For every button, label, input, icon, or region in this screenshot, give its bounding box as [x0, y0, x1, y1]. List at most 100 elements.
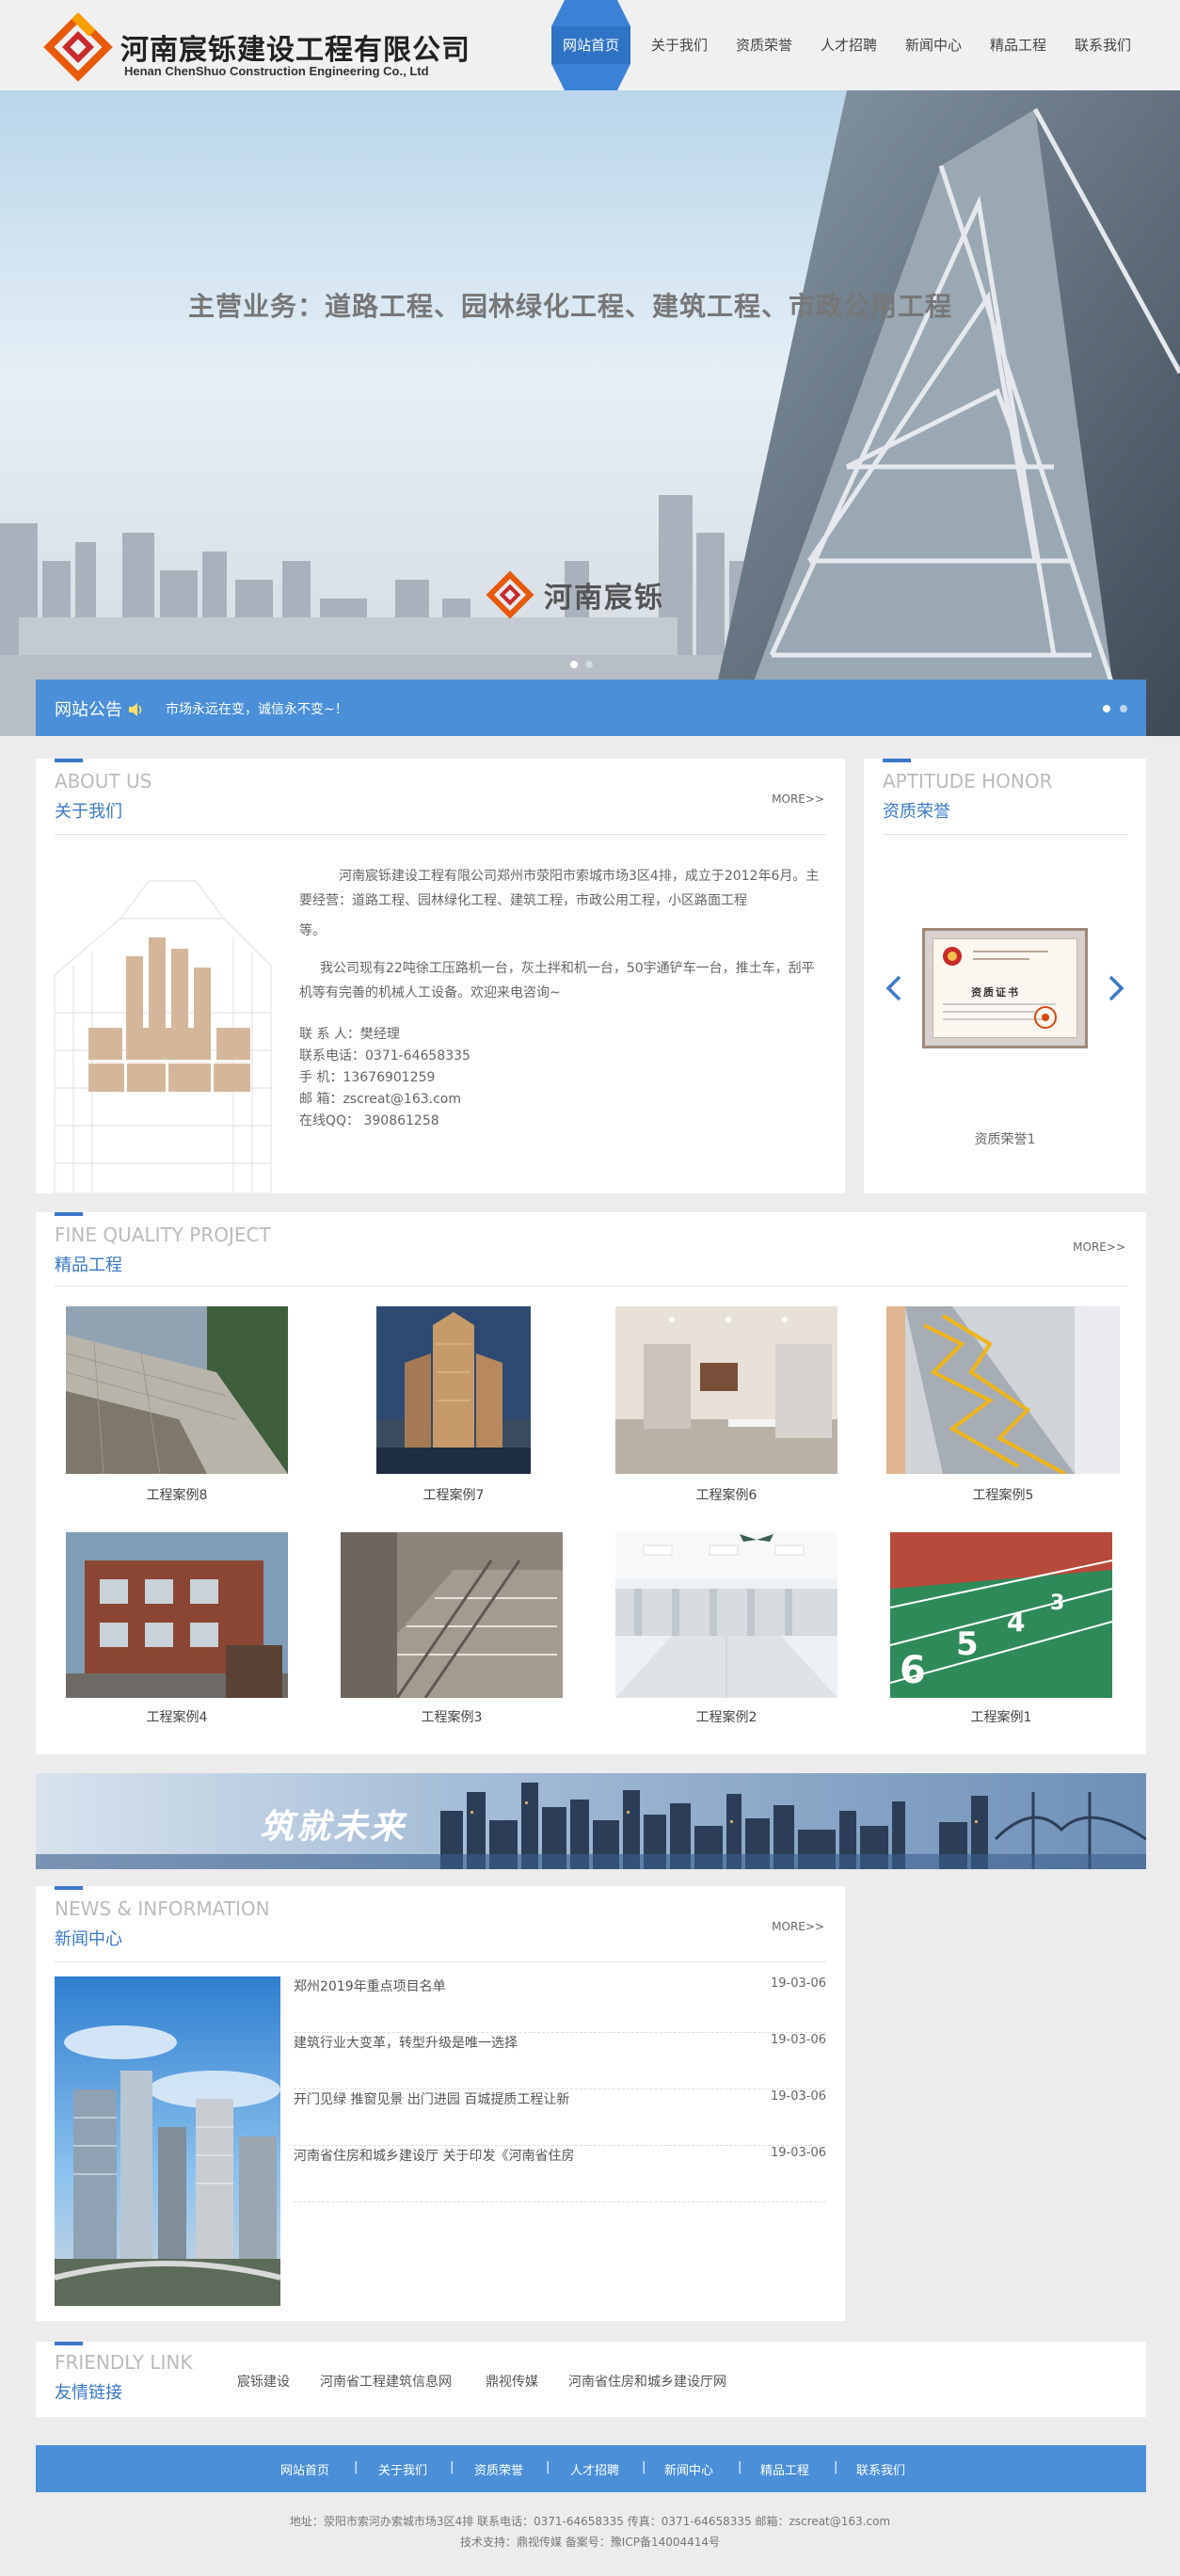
project-caption: 工程案例2 — [695, 1710, 757, 1725]
about-building-icon — [54, 880, 272, 1193]
mid-banner-text: 筑就未来 — [260, 1808, 407, 1847]
notice-dot-1[interactable] — [1103, 705, 1110, 712]
project-card[interactable]: 工程案例5 — [886, 1306, 1120, 1503]
footer-nav-item[interactable]: 精品工程 — [760, 2460, 809, 2478]
project-card[interactable]: 工程案例7 — [376, 1306, 531, 1503]
contact-person: 联 系 人：樊经理 — [299, 1027, 400, 1042]
certificate-caption[interactable]: 资质荣誉1 — [864, 1129, 1146, 1148]
project-card[interactable]: 工程案例4 — [66, 1532, 288, 1725]
contact-list: 联 系 人：樊经理 联系电话：0371-64658335 手 机：1367690… — [299, 1024, 470, 1132]
contact-email: 邮 箱：zscreat@163.com — [299, 1092, 461, 1107]
news-item[interactable]: 河南省住房和城乡建设厅 关于印发《河南省住房 19-03-06 — [294, 2146, 826, 2202]
news-item-date: 19-03-06 — [770, 2033, 826, 2047]
banner-brand: 河南宸铄 — [484, 568, 662, 625]
chevron-right-icon[interactable] — [1107, 973, 1125, 1003]
project-caption: 工程案例7 — [423, 1488, 485, 1503]
nav-item-home[interactable]: 网站首页 — [551, 0, 630, 90]
footer-nav-item[interactable]: 关于我们 — [378, 2460, 427, 2478]
project-card[interactable]: 工程案例3 — [341, 1532, 563, 1725]
friendly-link[interactable]: 鼎视传媒 — [486, 2372, 538, 2391]
links-title-cn: 友情链接 — [55, 2383, 122, 2403]
news-image[interactable] — [55, 1976, 280, 2306]
panel-accent-bar — [55, 759, 83, 762]
project-image — [341, 1532, 563, 1699]
nav-label: 网站首页 — [562, 37, 619, 54]
footer-nav-separator: | — [834, 2460, 838, 2474]
contact-mobile: 手 机：13676901259 — [299, 1070, 436, 1085]
project-image — [615, 1306, 837, 1474]
panel-accent-bar — [883, 759, 911, 762]
nav-label: 关于我们 — [650, 37, 708, 54]
project-card[interactable]: 6 5 4 3 工程案例1 — [889, 1532, 1113, 1725]
friendly-link[interactable]: 宸铄建设 — [237, 2372, 290, 2391]
projects-title-cn: 精品工程 — [55, 1256, 122, 1275]
footer-nav-item[interactable]: 联系我们 — [856, 2460, 905, 2478]
contact-qq: 在线QQ： 390861258 — [299, 1113, 439, 1128]
aptitude-title-en: APTITUDE HONOR — [883, 770, 1053, 792]
footer-support: 技术支持：鼎视传媒 备案号：豫ICP备14004414号 — [459, 2536, 721, 2549]
panel-accent-bar — [55, 1886, 83, 1890]
friendly-link[interactable]: 河南省住房和城乡建设厅网 — [568, 2372, 726, 2391]
project-caption: 工程案例1 — [970, 1710, 1032, 1725]
panel-divider — [55, 834, 826, 835]
footer-nav-item[interactable]: 资质荣誉 — [474, 2460, 523, 2478]
about-paragraph-1: 河南宸铄建设工程有限公司郑州市荥阳市索城市场3区4排，成立于2012年6月。主要… — [299, 864, 826, 913]
projects-more-link[interactable]: MORE>> — [1073, 1240, 1125, 1254]
banner-image — [0, 90, 1180, 736]
company-name-en: Henan ChenShuo Construction Engineering … — [124, 64, 429, 78]
footer-nav-separator: | — [354, 2460, 359, 2474]
about-paragraph-1b: 等。 — [299, 923, 326, 938]
news-item-title[interactable]: 开门见绿 推窗见景 出门进园 百城提质工程让新 — [294, 2089, 569, 2108]
nav-item-about[interactable]: 关于我们 — [649, 0, 710, 90]
news-item-title[interactable]: 建筑行业大变革，转型升级是唯一选择 — [294, 2033, 518, 2052]
projects-panel: FINE QUALITY PROJECT 精品工程 MORE>> 工程案例8 工… — [36, 1212, 1146, 1754]
notice-text[interactable]: 市场永远在变，诚信永不变~！ — [166, 699, 348, 718]
site-header: 河南宸铄建设工程有限公司 Henan ChenShuo Construction… — [0, 0, 1180, 90]
project-card[interactable]: 工程案例6 — [615, 1306, 837, 1503]
panel-divider — [55, 1961, 826, 1962]
footer-nav-item[interactable]: 新闻中心 — [664, 2460, 713, 2478]
friendly-link[interactable]: 河南省工程建筑信息网 — [320, 2372, 452, 2391]
svg-text:6: 6 — [900, 1649, 926, 1692]
aptitude-title-cn: 资质荣誉 — [883, 802, 950, 822]
panel-accent-bar — [55, 2342, 83, 2345]
news-more-link[interactable]: MORE>> — [772, 1920, 824, 1933]
certificate-image[interactable]: 资质证书 — [922, 928, 1088, 1048]
about-title-cn: 关于我们 — [55, 802, 122, 822]
footer-nav-item[interactable]: 人才招聘 — [570, 2460, 619, 2478]
cert-line — [973, 958, 1029, 960]
chevron-left-icon[interactable] — [885, 973, 903, 1003]
nav-item-honor[interactable]: 资质荣誉 — [734, 0, 794, 90]
company-logo-icon[interactable] — [40, 9, 117, 85]
nav-item-jobs[interactable]: 人才招聘 — [819, 0, 879, 90]
news-city-photo — [55, 1976, 280, 2306]
project-image: 6 5 4 3 — [889, 1532, 1113, 1698]
about-paragraph-2-text: 我公司现有22吨徐工压路机一台，灰土拌和机一台，50宇通铲车一台，推土车，刮平机… — [299, 961, 815, 1000]
project-caption: 工程案例4 — [146, 1710, 208, 1725]
svg-text:4: 4 — [1007, 1607, 1025, 1638]
friendly-links-panel: FRIENDLY LINK 友情链接 宸铄建设 河南省工程建筑信息网 鼎视传媒 … — [36, 2342, 1146, 2417]
hero-banner[interactable]: 主营业务：道路工程、园林绿化工程、建筑工程、市政公用工程 河南宸铄 — [0, 90, 1180, 736]
nav-item-news[interactable]: 新闻中心 — [903, 0, 964, 90]
news-item-title[interactable]: 郑州2019年重点项目名单 — [294, 1976, 446, 1995]
nav-item-contact[interactable]: 联系我们 — [1073, 0, 1133, 90]
news-item[interactable]: 郑州2019年重点项目名单 19-03-06 — [294, 1976, 826, 2033]
project-card[interactable]: 工程案例2 — [615, 1532, 837, 1725]
about-more-link[interactable]: MORE>> — [772, 792, 824, 806]
notice-dot-2[interactable] — [1120, 705, 1127, 712]
news-item-title[interactable]: 河南省住房和城乡建设厅 关于印发《河南省住房 — [294, 2146, 574, 2165]
about-paragraph-1-text: 河南宸铄建设工程有限公司郑州市荥阳市索城市场3区4排，成立于2012年6月。主要… — [299, 869, 820, 908]
news-item[interactable]: 开门见绿 推窗见景 出门进园 百城提质工程让新 19-03-06 — [294, 2089, 826, 2146]
mid-banner[interactable]: 筑就未来 — [36, 1773, 1146, 1869]
company-name-cn: 河南宸铄建设工程有限公司 — [120, 34, 470, 67]
nav-label: 资质荣誉 — [735, 37, 792, 54]
certificate-sheet: 资质证书 — [933, 938, 1077, 1038]
projects-title-en: FINE QUALITY PROJECT — [55, 1224, 271, 1246]
about-panel: ABOUT US 关于我们 MORE>> 河南宸铄建设工程有限公司郑州市荥阳市索… — [36, 759, 845, 1193]
project-card[interactable]: 工程案例8 — [65, 1306, 288, 1503]
project-image — [615, 1532, 837, 1698]
news-item[interactable]: 建筑行业大变革，转型升级是唯一选择 19-03-06 — [294, 2033, 826, 2089]
nav-item-projects[interactable]: 精品工程 — [988, 0, 1048, 90]
cert-line — [973, 951, 1048, 952]
footer-nav-item[interactable]: 网站首页 — [280, 2460, 329, 2478]
